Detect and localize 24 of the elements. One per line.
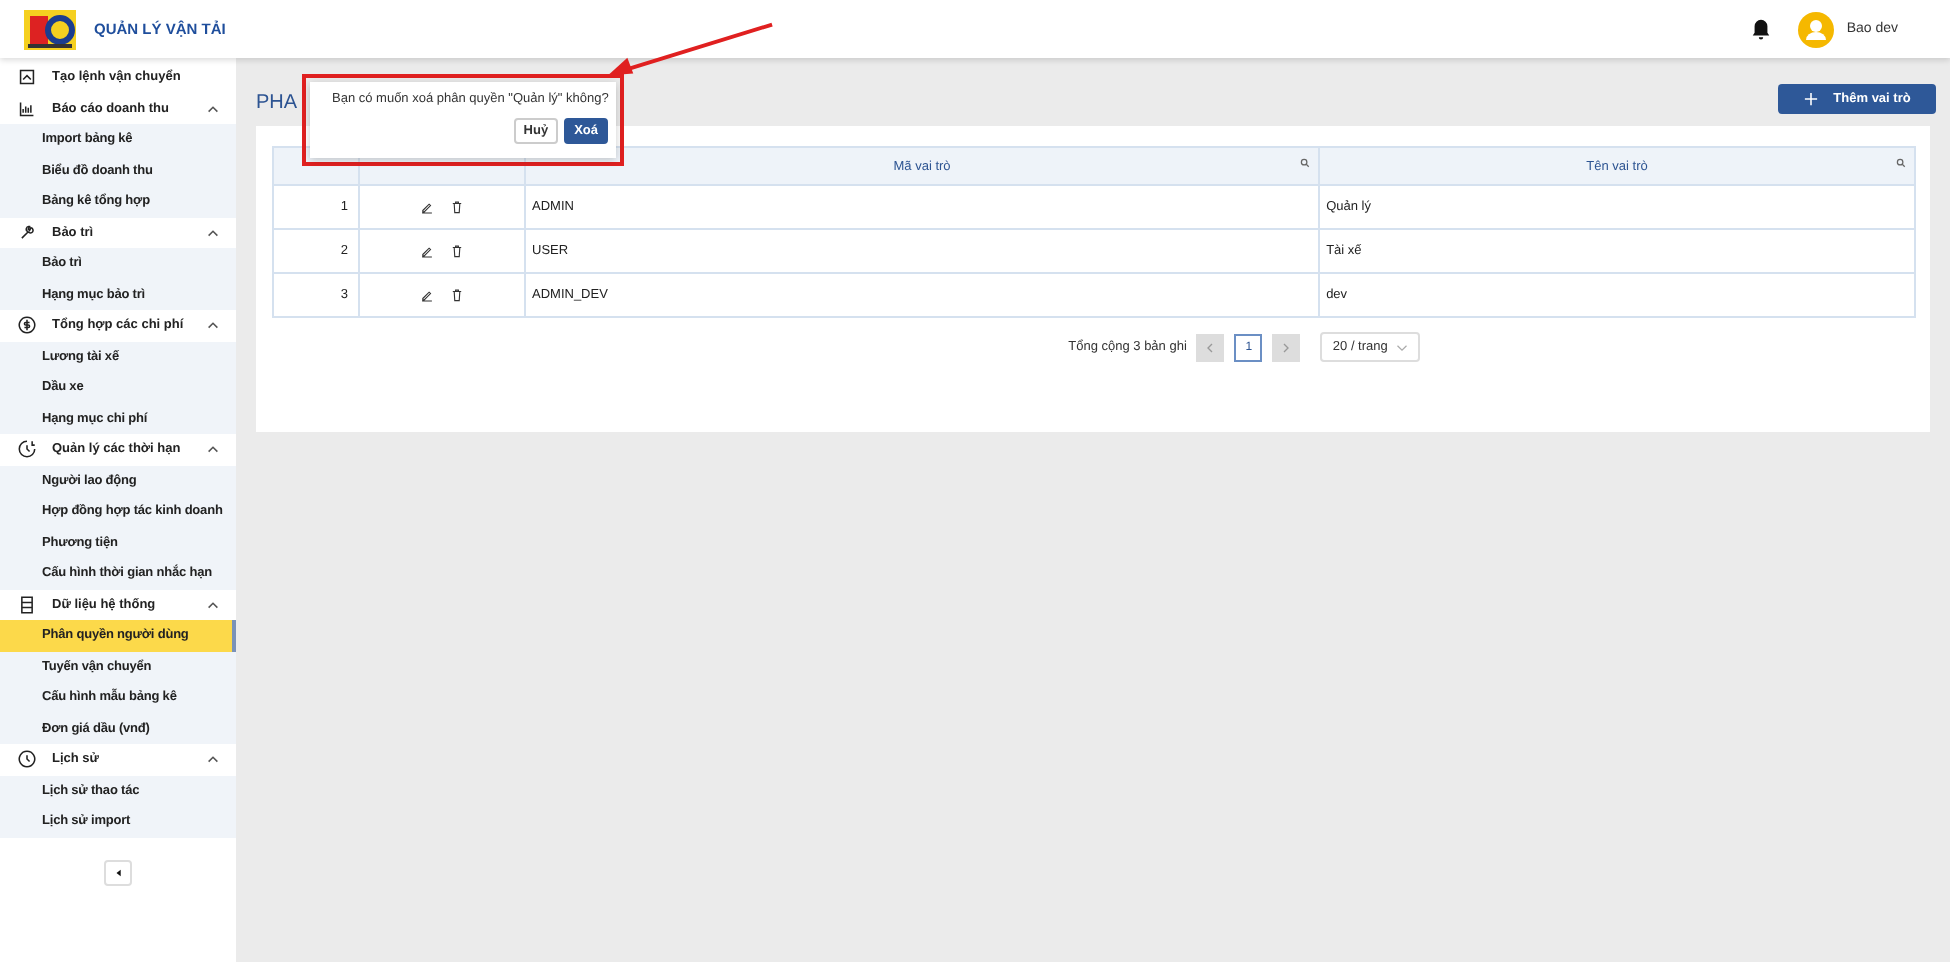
search-icon[interactable]: [1896, 158, 1906, 168]
clock-icon: [18, 750, 36, 769]
document-icon: [18, 68, 36, 87]
chevron-icon: [1282, 341, 1291, 353]
chevron-icon: [1395, 343, 1408, 351]
chart-icon: [18, 99, 36, 118]
edit-icon[interactable]: [420, 243, 435, 258]
chevron-icon: [1206, 341, 1215, 353]
delete-icon[interactable]: [449, 243, 464, 258]
clock-icon: [18, 440, 36, 459]
dollar-icon: [18, 316, 36, 335]
delete-icon[interactable]: [449, 287, 464, 302]
edit-icon[interactable]: [420, 199, 435, 214]
edit-icon[interactable]: [420, 287, 435, 302]
caret-icon: [113, 867, 123, 877]
notification-bell-icon[interactable]: [1750, 18, 1773, 40]
list-icon: [18, 595, 36, 614]
delete-icon[interactable]: [449, 199, 464, 214]
search-icon[interactable]: [1300, 158, 1311, 168]
logo-icon: [24, 9, 76, 49]
page-title: PHA: [256, 92, 298, 114]
wrench-icon: [18, 223, 36, 242]
collapse-sidebar-button[interactable]: [104, 859, 132, 885]
plus-icon: [1803, 92, 1818, 106]
